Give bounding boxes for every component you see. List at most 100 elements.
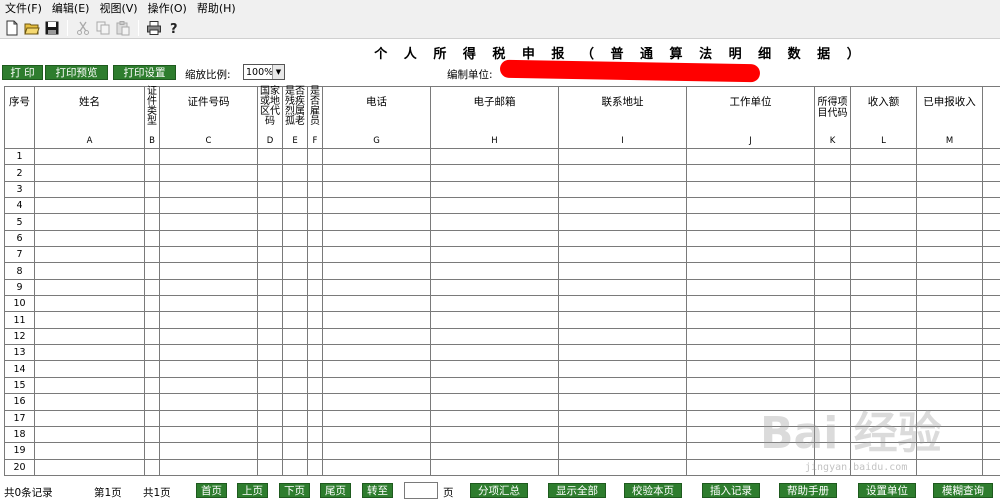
table-cell[interactable] bbox=[430, 442, 559, 460]
table-cell[interactable] bbox=[916, 393, 983, 411]
table-cell[interactable] bbox=[982, 295, 1000, 313]
table-cell[interactable] bbox=[916, 262, 983, 280]
table-cell[interactable] bbox=[144, 262, 160, 280]
table-cell[interactable] bbox=[982, 147, 1000, 166]
table-cell[interactable] bbox=[322, 425, 431, 444]
table-cell[interactable] bbox=[257, 458, 283, 476]
prev-page-button[interactable]: 上页 bbox=[237, 483, 268, 498]
table-cell[interactable] bbox=[686, 197, 815, 215]
table-cell[interactable] bbox=[159, 147, 258, 166]
table-cell[interactable] bbox=[282, 246, 308, 264]
table-cell[interactable] bbox=[34, 197, 145, 215]
table-cell[interactable] bbox=[159, 278, 258, 297]
table-cell[interactable] bbox=[257, 262, 283, 280]
table-cell[interactable] bbox=[34, 360, 145, 378]
table-cell[interactable] bbox=[916, 278, 983, 297]
table-cell[interactable] bbox=[916, 425, 983, 444]
new-file-icon[interactable] bbox=[3, 19, 21, 37]
table-cell[interactable] bbox=[814, 197, 851, 215]
table-cell[interactable] bbox=[322, 344, 431, 362]
table-cell[interactable] bbox=[307, 393, 323, 411]
table-cell[interactable] bbox=[34, 213, 145, 231]
table-cell[interactable] bbox=[307, 278, 323, 297]
table-cell[interactable] bbox=[282, 197, 308, 215]
table-cell[interactable] bbox=[159, 295, 258, 313]
table-cell[interactable] bbox=[916, 344, 983, 362]
table-cell[interactable] bbox=[34, 180, 145, 199]
table-cell[interactable] bbox=[257, 360, 283, 378]
table-cell[interactable] bbox=[34, 409, 145, 427]
table-cell[interactable] bbox=[144, 246, 160, 264]
table-cell[interactable] bbox=[430, 376, 559, 395]
table-cell[interactable] bbox=[282, 360, 308, 378]
table-cell[interactable] bbox=[982, 376, 1000, 395]
table-cell[interactable] bbox=[322, 376, 431, 395]
table-cell[interactable] bbox=[982, 327, 1000, 346]
table-cell[interactable] bbox=[430, 164, 559, 182]
table-cell[interactable] bbox=[982, 311, 1000, 329]
table-cell[interactable] bbox=[159, 262, 258, 280]
table-cell[interactable] bbox=[257, 278, 283, 297]
table-cell[interactable] bbox=[558, 147, 687, 166]
table-cell[interactable] bbox=[159, 344, 258, 362]
table-cell[interactable] bbox=[322, 458, 431, 476]
table-cell[interactable] bbox=[558, 458, 687, 476]
table-cell[interactable] bbox=[322, 327, 431, 346]
table-cell[interactable] bbox=[322, 409, 431, 427]
subtotal-button[interactable]: 分项汇总 bbox=[470, 483, 528, 498]
table-cell[interactable] bbox=[430, 213, 559, 231]
table-cell[interactable] bbox=[34, 164, 145, 182]
table-cell[interactable] bbox=[34, 376, 145, 395]
table-cell[interactable] bbox=[282, 376, 308, 395]
table-cell[interactable] bbox=[322, 393, 431, 411]
table-cell[interactable] bbox=[430, 360, 559, 378]
table-cell[interactable] bbox=[686, 311, 815, 329]
table-cell[interactable] bbox=[686, 393, 815, 411]
table-cell[interactable] bbox=[558, 327, 687, 346]
help-manual-button[interactable]: 帮助手册 bbox=[779, 483, 837, 498]
last-page-button[interactable]: 尾页 bbox=[320, 483, 351, 498]
table-cell[interactable] bbox=[982, 164, 1000, 182]
table-cell[interactable] bbox=[982, 262, 1000, 280]
table-cell[interactable] bbox=[159, 197, 258, 215]
table-cell[interactable] bbox=[257, 425, 283, 444]
table-cell[interactable] bbox=[144, 180, 160, 199]
table-cell[interactable] bbox=[144, 213, 160, 231]
table-cell[interactable] bbox=[307, 442, 323, 460]
table-cell[interactable] bbox=[307, 180, 323, 199]
table-cell[interactable] bbox=[814, 295, 851, 313]
table-cell[interactable] bbox=[144, 229, 160, 248]
table-cell[interactable] bbox=[558, 393, 687, 411]
table-cell[interactable] bbox=[307, 425, 323, 444]
table-cell[interactable] bbox=[307, 344, 323, 362]
table-cell[interactable] bbox=[916, 360, 983, 378]
table-cell[interactable] bbox=[307, 311, 323, 329]
table-cell[interactable] bbox=[814, 425, 851, 444]
paste-icon[interactable] bbox=[114, 19, 132, 37]
table-cell[interactable] bbox=[916, 442, 983, 460]
table-cell[interactable] bbox=[159, 425, 258, 444]
table-cell[interactable] bbox=[159, 393, 258, 411]
table-cell[interactable] bbox=[558, 213, 687, 231]
table-cell[interactable] bbox=[307, 246, 323, 264]
table-cell[interactable] bbox=[558, 180, 687, 199]
table-cell[interactable] bbox=[144, 278, 160, 297]
table-cell[interactable] bbox=[430, 295, 559, 313]
table-cell[interactable] bbox=[686, 213, 815, 231]
table-cell[interactable] bbox=[814, 262, 851, 280]
table-cell[interactable] bbox=[34, 246, 145, 264]
table-cell[interactable] bbox=[257, 327, 283, 346]
table-cell[interactable] bbox=[307, 197, 323, 215]
table-cell[interactable] bbox=[850, 327, 917, 346]
table-cell[interactable] bbox=[558, 442, 687, 460]
table-cell[interactable] bbox=[686, 327, 815, 346]
table-cell[interactable] bbox=[159, 376, 258, 395]
page-number-input[interactable] bbox=[404, 482, 438, 499]
help-icon[interactable]: ? bbox=[165, 19, 183, 37]
table-cell[interactable] bbox=[430, 393, 559, 411]
table-cell[interactable] bbox=[430, 147, 559, 166]
table-cell[interactable] bbox=[850, 409, 917, 427]
open-folder-icon[interactable] bbox=[23, 19, 41, 37]
table-cell[interactable] bbox=[282, 213, 308, 231]
table-cell[interactable] bbox=[257, 164, 283, 182]
